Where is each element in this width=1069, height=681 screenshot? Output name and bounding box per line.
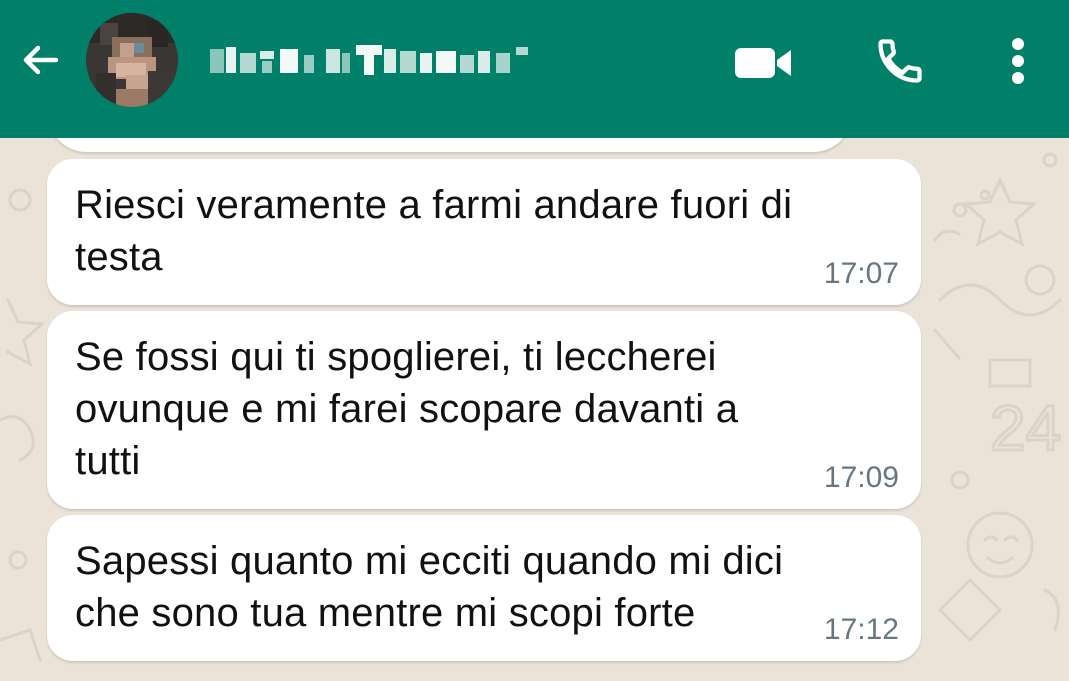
message-text: Riesci veramente a farmi andare fuori di…	[75, 183, 793, 279]
more-vert-icon	[1012, 38, 1024, 84]
contact-avatar[interactable]	[86, 13, 178, 107]
message-time: 17:07	[823, 257, 899, 290]
message-text: Se fossi qui ti spoglierei, ti leccherei…	[75, 335, 739, 483]
video-call-button[interactable]	[732, 38, 794, 86]
back-button[interactable]	[18, 32, 62, 88]
contact-name-pixelated	[210, 45, 528, 75]
message-time: 17:09	[823, 461, 899, 494]
arrow-back-icon	[23, 45, 59, 75]
svg-text:24: 24	[990, 392, 1061, 464]
contact-name[interactable]	[206, 39, 546, 83]
phone-icon	[878, 39, 922, 83]
message-text: Sapessi quanto mi ecciti quando mi dici …	[75, 539, 784, 635]
message-time: 17:12	[823, 613, 899, 646]
chat-header	[0, 0, 1069, 138]
message-bubble[interactable]: Riesci veramente a farmi andare fuori di…	[47, 159, 921, 305]
avatar-image	[86, 13, 178, 107]
video-camera-icon	[735, 48, 791, 78]
voice-call-button[interactable]	[870, 32, 930, 90]
message-bubble[interactable]: Sapessi quanto mi ecciti quando mi dici …	[47, 515, 921, 661]
message-bubble[interactable]: Se fossi qui ti spoglierei, ti leccherei…	[47, 311, 921, 509]
menu-button[interactable]	[998, 32, 1038, 90]
